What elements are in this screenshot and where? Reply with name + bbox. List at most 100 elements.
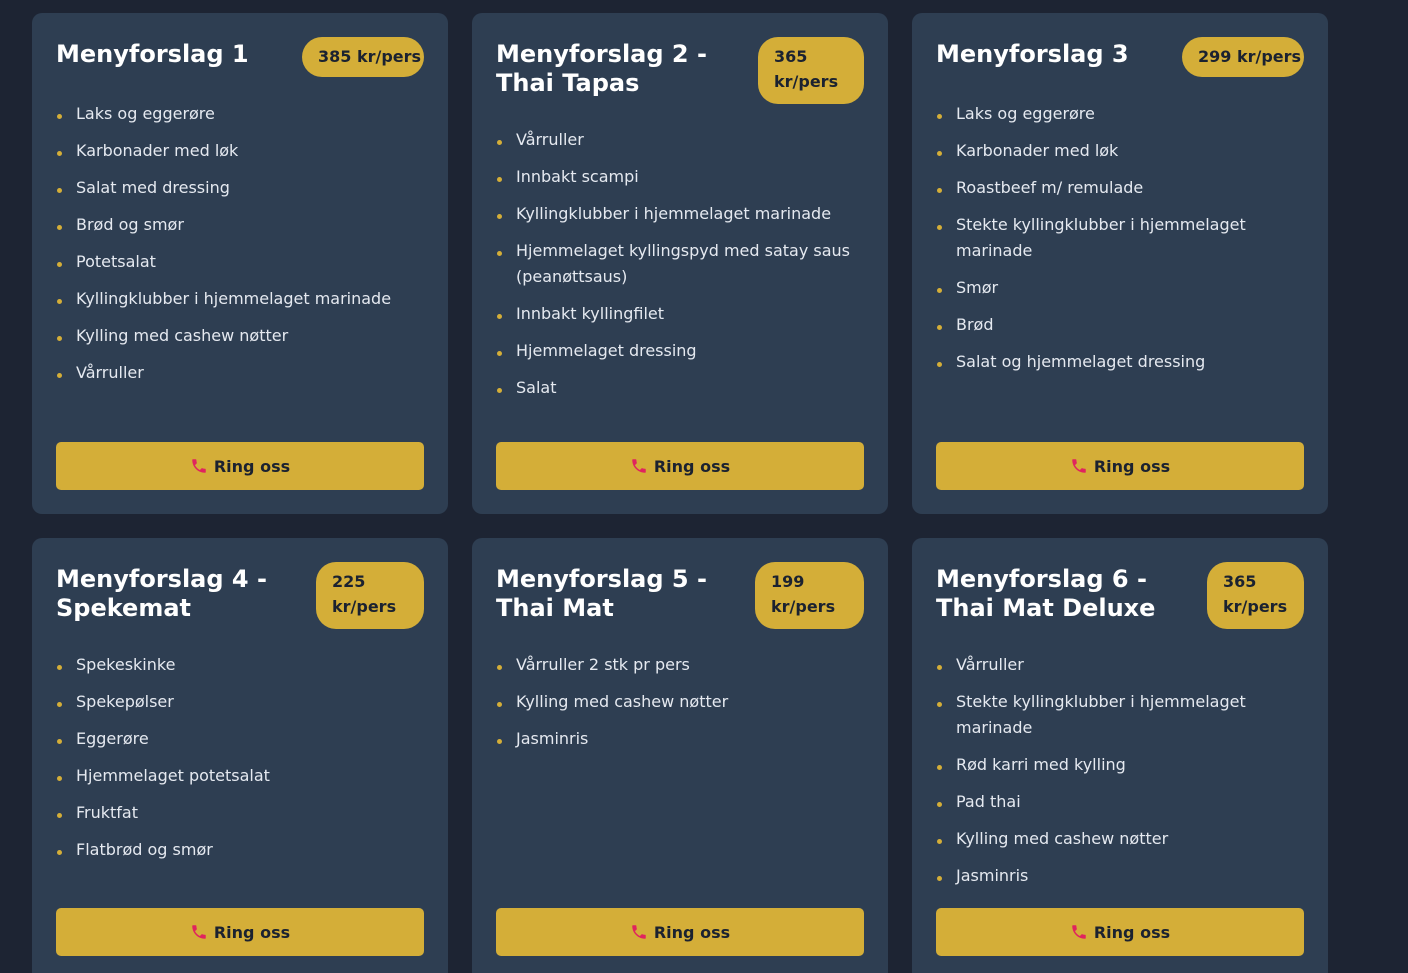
menu-item-label: Vårruller 2 stk pr pers [516,655,690,674]
menu-item: Kyllingklubber i hjemmelaget marinade [496,201,864,227]
bullet-dot-icon [937,665,942,670]
menu-grid: Menyforslag 1 385 kr/pers Laks og eggerø… [0,0,1408,973]
menu-item-label: Kylling med cashew nøtter [956,829,1169,848]
ring-us-button[interactable]: Ring oss [496,908,864,956]
menu-item-label: Vårruller [76,363,144,382]
bullet-dot-icon [57,225,62,230]
menu-item-label: Vårruller [956,655,1024,674]
menu-item: Hjemmelaget dressing [496,338,864,364]
phone-icon [192,459,206,473]
phone-icon [1072,925,1086,939]
card-header: Menyforslag 3 299 kr/pers [936,37,1304,77]
menu-item-label: Fruktfat [76,803,139,822]
menu-item-label: Karbonader med løk [76,141,239,160]
menu-item-label: Innbakt scampi [516,167,639,186]
menu-item: Innbakt scampi [496,164,864,190]
bullet-dot-icon [497,214,502,219]
phone-icon [632,459,646,473]
menu-item-label: Kyllingklubber i hjemmelaget marinade [76,289,392,308]
menu-item: Spekeskinke [56,652,424,678]
bullet-dot-icon [497,665,502,670]
menu-card-4: Menyforslag 4 - Spekemat 225 kr/pers Spe… [32,538,448,973]
ring-us-button[interactable]: Ring oss [56,908,424,956]
menu-item: Vårruller [56,360,424,386]
menu-item: Salat med dressing [56,175,424,201]
menu-item: Pad thai [936,789,1304,815]
bullet-dot-icon [57,188,62,193]
menu-item: Jasminris [936,863,1304,889]
card-header: Menyforslag 4 - Spekemat 225 kr/pers [56,562,424,629]
menu-item-label: Kylling med cashew nøtter [76,326,289,345]
bullet-dot-icon [57,702,62,707]
bullet-dot-icon [57,151,62,156]
menu-list: Spekeskinke Spekepølser Eggerøre Hjemmelage… [56,652,424,874]
price-badge: 199 kr/pers [755,562,864,629]
menu-item-label: Kyllingklubber i hjemmelaget marinade [516,204,832,223]
menu-item-label: Pad thai [956,792,1021,811]
menu-item: Vårruller 2 stk pr pers [496,652,864,678]
card-title: Menyforslag 5 - Thai Mat [496,565,707,622]
bullet-dot-icon [497,388,502,393]
menu-item-label: Hjemmelaget dressing [516,341,697,360]
button-label: Ring oss [213,456,291,476]
menu-item-label: Smør [956,278,999,297]
menu-item: Karbonader med løk [56,138,424,164]
bullet-dot-icon [497,351,502,356]
menu-item-label: Salat og hjemmelaget dressing [956,352,1206,371]
bullet-dot-icon [497,177,502,182]
bullet-dot-icon [937,114,942,119]
menu-item: Roastbeef m/ remulade [936,175,1304,201]
bullet-dot-icon [937,362,942,367]
bullet-dot-icon [57,776,62,781]
menu-card-2: Menyforslag 2 - Thai Tapas 365 kr/pers V… [472,13,888,514]
button-label: Ring oss [1093,922,1171,942]
ring-us-button[interactable]: Ring oss [56,442,424,490]
menu-item: Salat og hjemmelaget dressing [936,349,1304,375]
phone-icon [632,925,646,939]
menu-item: Innbakt kyllingfilet [496,301,864,327]
menu-item: Flatbrød og smør [56,837,424,863]
menu-item: Hjemmelaget potetsalat [56,763,424,789]
ring-us-button[interactable]: Ring oss [936,442,1304,490]
menu-item-label: Rød karri med kylling [956,755,1126,774]
bullet-dot-icon [57,299,62,304]
menu-item: Jasminris [496,726,864,752]
card-header: Menyforslag 5 - Thai Mat 199 kr/pers [496,562,864,629]
menu-item: Rød karri med kylling [936,752,1304,778]
menu-item-label: Flatbrød og smør [76,840,213,859]
menu-item: Eggerøre [56,726,424,752]
menu-item: Kylling med cashew nøtter [936,826,1304,852]
menu-item: Fruktfat [56,800,424,826]
bullet-dot-icon [57,262,62,267]
menu-item-label: Laks og eggerøre [956,104,1095,123]
bullet-dot-icon [937,702,942,707]
bullet-dot-icon [937,151,942,156]
price-badge: 225 kr/pers [316,562,424,629]
card-header: Menyforslag 1 385 kr/pers [56,37,424,77]
menu-item-label: Roastbeef m/ remulade [956,178,1144,197]
card-header: Menyforslag 2 - Thai Tapas 365 kr/pers [496,37,864,104]
button-label: Ring oss [653,922,731,942]
menu-item-label: Spekepølser [76,692,174,711]
bullet-dot-icon [497,314,502,319]
bullet-dot-icon [57,813,62,818]
menu-card-5: Menyforslag 5 - Thai Mat 199 kr/pers Vår… [472,538,888,973]
bullet-dot-icon [937,288,942,293]
bullet-dot-icon [937,839,942,844]
bullet-dot-icon [937,876,942,881]
menu-item: Stekte kyllingklubber i hjemmelaget mari… [936,212,1304,264]
bullet-dot-icon [937,225,942,230]
ring-us-button[interactable]: Ring oss [936,908,1304,956]
ring-us-button[interactable]: Ring oss [496,442,864,490]
menu-item: Laks og eggerøre [936,101,1304,127]
menu-item: Vårruller [936,652,1304,678]
bullet-dot-icon [937,802,942,807]
bullet-dot-icon [937,325,942,330]
menu-item-label: Stekte kyllingklubber i hjemmelaget mari… [956,215,1246,260]
menu-item: Kyllingklubber i hjemmelaget marinade [56,286,424,312]
menu-item: Karbonader med løk [936,138,1304,164]
menu-item: Brød [936,312,1304,338]
menu-list: Vårruller Innbakt scampi Kyllingklubber i … [496,127,864,412]
menu-item-label: Karbonader med løk [956,141,1119,160]
menu-item-label: Stekte kyllingklubber i hjemmelaget mari… [956,692,1246,737]
